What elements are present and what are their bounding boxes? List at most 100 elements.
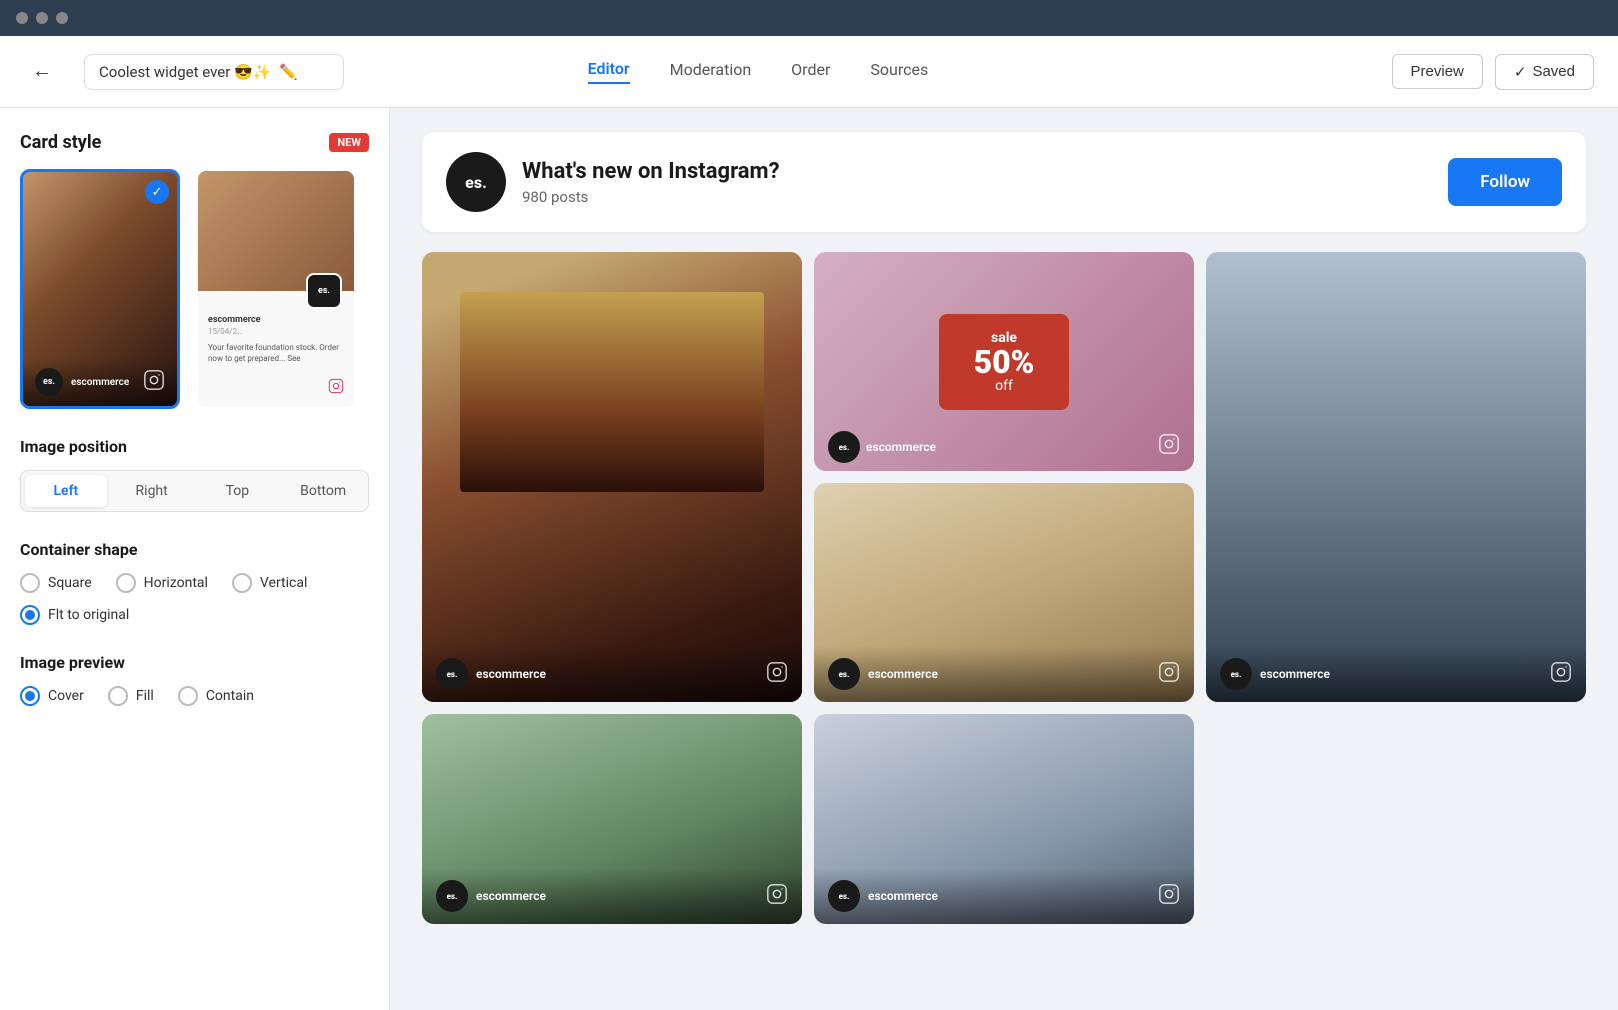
- grid-item-shoes-avatar: es.: [828, 658, 860, 690]
- nav-actions: Preview ✓ Saved: [1392, 54, 1594, 90]
- image-grid: es. escommerce: [422, 252, 1586, 924]
- container-shape-label: Container shape: [20, 540, 369, 559]
- new-badge: NEW: [329, 133, 369, 152]
- image-position-label: Image position: [20, 437, 369, 456]
- preview-button[interactable]: Preview: [1392, 54, 1483, 89]
- back-button[interactable]: ←: [24, 56, 60, 87]
- shape-vertical-label: Vertical: [260, 575, 307, 591]
- grid-item-group-username: escommerce: [868, 889, 938, 903]
- shape-vertical[interactable]: Vertical: [232, 573, 307, 593]
- grid-item-group-overlay: es. escommerce: [814, 868, 1194, 924]
- grid-item-sale[interactable]: sale 50% off es. escommerce: [814, 252, 1194, 471]
- grid-item-store[interactable]: es. escommerce: [422, 714, 802, 924]
- tab-editor[interactable]: Editor: [588, 59, 630, 84]
- saved-button[interactable]: ✓ Saved: [1495, 54, 1594, 90]
- grid-item-portrait-username: escommerce: [476, 667, 546, 681]
- pos-right[interactable]: Right: [111, 475, 193, 507]
- main-content: Card style NEW es. escommerce: [0, 108, 1618, 1010]
- preview-cover-label: Cover: [48, 688, 84, 704]
- titlebar-dot-1: [16, 12, 28, 24]
- preview-radio-group: Cover Fill Contain: [20, 686, 369, 706]
- grid-item-shoes[interactable]: es. escommerce: [814, 483, 1194, 702]
- card-style-label: Card style: [20, 132, 101, 153]
- grid-item-sale-username: escommerce: [866, 440, 936, 454]
- titlebar-dot-2: [36, 12, 48, 24]
- shape-square[interactable]: Square: [20, 573, 92, 593]
- grid-item-portrait-overlay: es. escommerce: [422, 646, 802, 702]
- preview-contain[interactable]: Contain: [178, 686, 254, 706]
- grid-item-fashion[interactable]: es. escommerce: [1206, 252, 1586, 702]
- feed-avatar: es.: [446, 152, 506, 212]
- saved-label: Saved: [1532, 63, 1575, 80]
- nav-tabs: Editor Moderation Order Sources: [588, 59, 929, 84]
- card-style-section: Card style NEW: [20, 132, 369, 153]
- card2-insta-icon: [328, 378, 344, 398]
- feed-title: What's new on Instagram?: [522, 159, 780, 184]
- grid-item-store-avatar: es.: [436, 880, 468, 912]
- pos-bottom[interactable]: Bottom: [282, 475, 364, 507]
- grid-item-shoes-username: escommerce: [868, 667, 938, 681]
- image-preview-label: Image preview: [20, 653, 369, 672]
- grid-item-fashion-insta-icon: [1550, 661, 1572, 687]
- card-option-1[interactable]: es. escommerce ✓: [20, 169, 180, 409]
- feed-info: What's new on Instagram? 980 posts: [522, 159, 780, 206]
- preview-contain-radio[interactable]: [178, 686, 198, 706]
- shape-vertical-radio[interactable]: [232, 573, 252, 593]
- grid-item-group-insta-icon: [1158, 883, 1180, 909]
- titlebar: [0, 0, 1618, 36]
- shape-fit[interactable]: Flt to original: [20, 605, 129, 625]
- grid-item-sale-insta-icon: [1158, 433, 1180, 459]
- grid-item-group[interactable]: es. escommerce: [814, 714, 1194, 924]
- grid-item-fashion-username: escommerce: [1260, 667, 1330, 681]
- preview-contain-label: Contain: [206, 688, 254, 704]
- follow-button[interactable]: Follow: [1448, 158, 1562, 206]
- edit-icon[interactable]: ✏️: [279, 63, 298, 81]
- preview-fill-radio[interactable]: [108, 686, 128, 706]
- grid-item-store-overlay: es. escommerce: [422, 868, 802, 924]
- grid-item-shoes-insta-icon: [1158, 661, 1180, 687]
- shape-square-label: Square: [48, 575, 92, 591]
- check-icon: ✓: [1514, 63, 1527, 81]
- grid-item-portrait[interactable]: es. escommerce: [422, 252, 802, 702]
- topnav: ← Coolest widget ever 😎✨ ✏️ Editor Moder…: [0, 36, 1618, 108]
- right-panel: es. What's new on Instagram? 980 posts F…: [390, 108, 1618, 1010]
- widget-title-text: Coolest widget ever 😎✨: [99, 63, 271, 81]
- titlebar-dot-3: [56, 12, 68, 24]
- preview-cover-radio[interactable]: [20, 686, 40, 706]
- shape-horizontal[interactable]: Horizontal: [116, 573, 208, 593]
- position-options: Left Right Top Bottom: [20, 470, 369, 512]
- grid-item-sale-avatar: es.: [828, 431, 860, 463]
- grid-item-portrait-avatar: es.: [436, 658, 468, 690]
- card-style-options: es. escommerce ✓: [20, 169, 369, 409]
- card2-date: 15/04/2...: [208, 327, 344, 336]
- pos-top[interactable]: Top: [197, 475, 279, 507]
- tab-order[interactable]: Order: [791, 59, 830, 84]
- shape-horizontal-label: Horizontal: [144, 575, 208, 591]
- card-option-2[interactable]: es. escommerce 15/04/2... Your favorite …: [196, 169, 356, 409]
- card1-username: escommerce: [71, 377, 129, 388]
- tab-sources[interactable]: Sources: [870, 59, 928, 84]
- grid-item-fashion-avatar: es.: [1220, 658, 1252, 690]
- shape-horizontal-radio[interactable]: [116, 573, 136, 593]
- shape-radio-group: Square Horizontal Vertical Flt to origin…: [20, 573, 369, 625]
- tab-moderation[interactable]: Moderation: [670, 59, 752, 84]
- card1-insta-icon: [143, 369, 165, 395]
- shape-square-radio[interactable]: [20, 573, 40, 593]
- shape-fit-label: Flt to original: [48, 607, 129, 623]
- widget-title-input[interactable]: Coolest widget ever 😎✨ ✏️: [84, 54, 344, 90]
- card1-avatar: es.: [35, 368, 63, 396]
- preview-fill-label: Fill: [136, 688, 154, 704]
- feed-header: es. What's new on Instagram? 980 posts F…: [422, 132, 1586, 232]
- card2-avatar: es.: [306, 273, 342, 309]
- feed-post-count: 980 posts: [522, 188, 780, 206]
- shape-fit-radio[interactable]: [20, 605, 40, 625]
- card2-text: Your favorite foundation stock. Order no…: [208, 342, 344, 364]
- pos-left[interactable]: Left: [25, 475, 107, 507]
- preview-cover[interactable]: Cover: [20, 686, 84, 706]
- grid-item-portrait-insta-icon: [766, 661, 788, 687]
- grid-item-fashion-overlay: es. escommerce: [1206, 646, 1586, 702]
- preview-fill[interactable]: Fill: [108, 686, 154, 706]
- grid-item-store-insta-icon: [766, 883, 788, 909]
- sidebar: Card style NEW es. escommerce: [0, 108, 390, 1010]
- grid-item-store-username: escommerce: [476, 889, 546, 903]
